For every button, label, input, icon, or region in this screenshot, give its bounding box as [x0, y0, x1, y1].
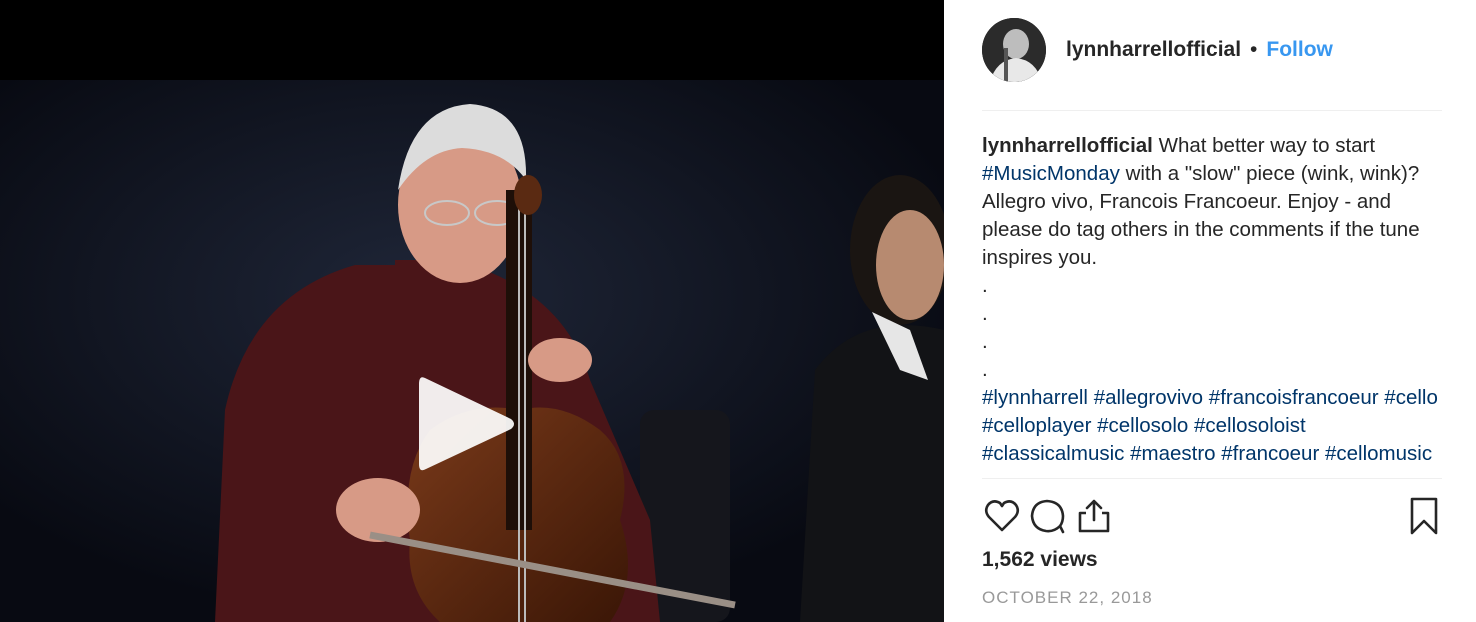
hashtag-francoeur[interactable]: #francoeur — [1221, 442, 1319, 465]
video-still-image — [0, 80, 944, 622]
dot-line: . — [982, 358, 988, 381]
share-icon — [1078, 499, 1110, 533]
share-button[interactable] — [1074, 496, 1114, 536]
caption-body: lynnharrellofficial What better way to s… — [982, 132, 1444, 272]
like-button[interactable] — [982, 496, 1022, 536]
caption-author-link[interactable]: lynnharrellofficial — [982, 134, 1153, 157]
comment-button[interactable] — [1028, 496, 1068, 536]
hashtag-music-monday[interactable]: #MusicMonday — [982, 162, 1120, 185]
play-icon — [419, 377, 514, 471]
hashtag-classicalmusic[interactable]: #classicalmusic — [982, 442, 1124, 465]
post-panel: lynnharrellofficial • Follow lynnharrell… — [944, 0, 1476, 622]
hashtag-cellosoloist[interactable]: #cellosoloist — [1194, 414, 1306, 437]
hashtag-maestro[interactable]: #maestro — [1130, 442, 1215, 465]
hashtag-cello[interactable]: #cello — [1384, 386, 1438, 409]
dot-line: . — [982, 302, 988, 325]
post-date[interactable]: OCTOBER 22, 2018 — [982, 588, 1153, 608]
dot-line: . — [982, 274, 988, 297]
caption-dots: . . . . — [982, 272, 1444, 384]
follow-button[interactable]: Follow — [1266, 38, 1333, 62]
hashtag-allegrovivo[interactable]: #allegrovivo — [1094, 386, 1203, 409]
action-bar — [982, 496, 1444, 536]
post-header: lynnharrellofficial • Follow — [982, 17, 1333, 83]
caption: lynnharrellofficial What better way to s… — [982, 132, 1444, 478]
hashtag-francoisfrancoeur[interactable]: #francoisfrancoeur — [1209, 386, 1379, 409]
separator-dot: • — [1250, 38, 1258, 61]
hashtag-cellomusic[interactable]: #cellomusic — [1325, 442, 1432, 465]
dot-line: . — [982, 330, 988, 353]
heart-icon — [984, 500, 1020, 532]
video-frame[interactable] — [0, 80, 944, 622]
username-link[interactable]: lynnharrellofficial — [1066, 38, 1241, 62]
view-count[interactable]: 1,562 views — [982, 548, 1098, 572]
comment-icon — [1030, 499, 1065, 534]
avatar-image — [982, 18, 1046, 82]
hashtag-cellosolo[interactable]: #cellosolo — [1097, 414, 1188, 437]
header-divider — [982, 110, 1442, 111]
play-button[interactable] — [411, 372, 521, 476]
avatar[interactable] — [982, 18, 1046, 82]
hashtag-lynnharrell[interactable]: #lynnharrell — [982, 386, 1088, 409]
hashtag-list: #lynnharrell #allegrovivo #francoisfranc… — [982, 384, 1444, 468]
hashtag-celloplayer[interactable]: #celloplayer — [982, 414, 1091, 437]
caption-text-start: What better way to start — [1158, 134, 1376, 157]
bookmark-icon — [1410, 497, 1438, 535]
caption-divider — [982, 478, 1442, 479]
save-button[interactable] — [1404, 496, 1444, 536]
video-player[interactable] — [0, 0, 944, 622]
